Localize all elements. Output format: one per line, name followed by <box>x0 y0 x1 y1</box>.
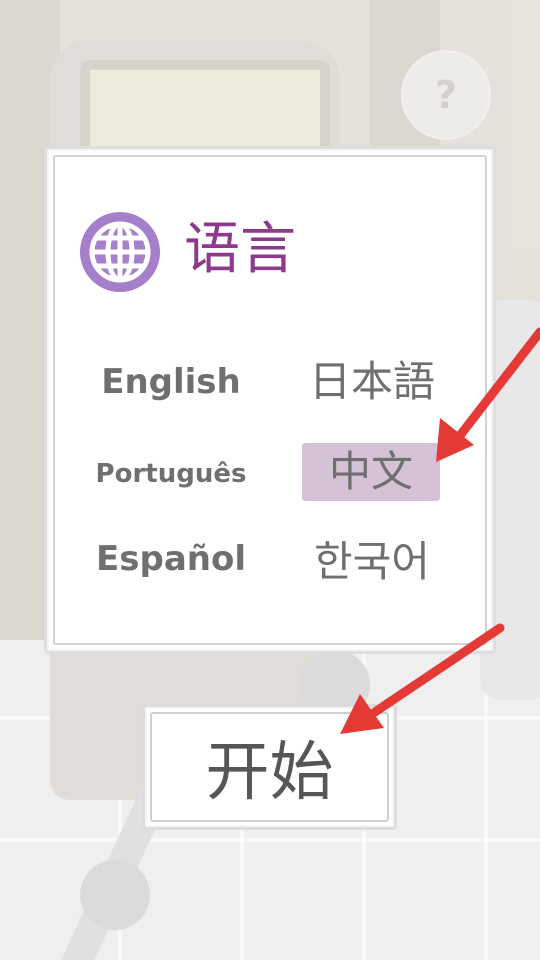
language-option-korean[interactable]: 한국어 <box>295 533 449 591</box>
language-option-japanese[interactable]: 日本語 <box>295 353 449 411</box>
globe-icon <box>80 212 160 292</box>
start-button-label: 开始 <box>150 712 389 822</box>
language-option-portuguese[interactable]: Português <box>91 452 251 496</box>
start-button[interactable]: 开始 <box>142 704 397 830</box>
language-panel: 语言 English 日本語 Português 中文 Español 한국어 <box>44 146 496 654</box>
language-option-english[interactable]: English <box>91 357 251 407</box>
language-option-chinese-selected[interactable]: 中文 <box>302 443 440 501</box>
language-option-spanish[interactable]: Español <box>91 534 251 584</box>
language-panel-title: 语言 <box>184 217 296 282</box>
